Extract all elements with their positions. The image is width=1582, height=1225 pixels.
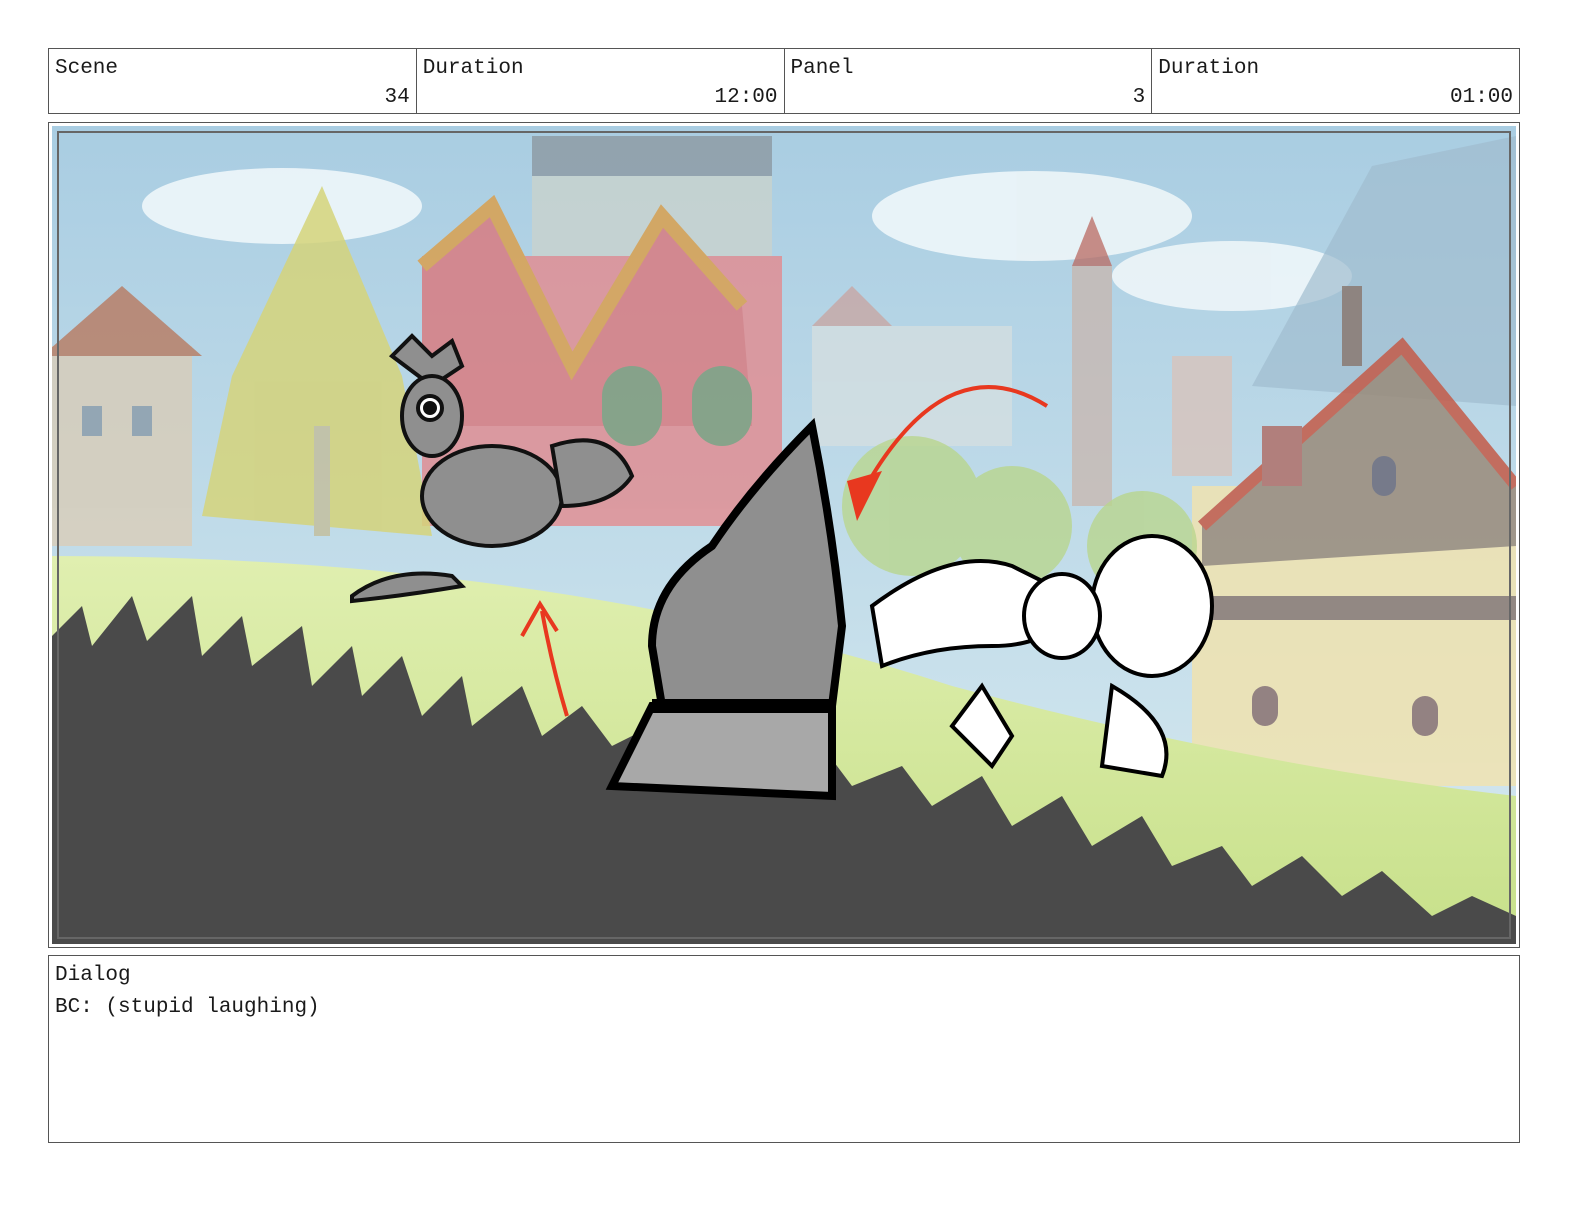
- storyboard-panel: [48, 122, 1520, 948]
- scene-cell: Scene 34: [49, 49, 417, 113]
- dialog-text: BC: (stupid laughing): [55, 996, 320, 1019]
- scene-duration-label: Duration: [422, 57, 524, 80]
- panel-cell: Panel 3: [785, 49, 1153, 113]
- panel-duration-value: 01:00: [1449, 86, 1513, 109]
- panel-header: Scene 34 Duration 12:00 Panel 3 Duration…: [48, 48, 1520, 114]
- scene-value: 34: [384, 86, 410, 109]
- panel-label: Panel: [790, 57, 854, 80]
- panel-duration-cell: Duration 01:00: [1152, 49, 1519, 113]
- dialog-box: Dialog BC: (stupid laughing): [48, 955, 1520, 1143]
- dialog-label: Dialog: [55, 964, 131, 987]
- scene-duration-cell: Duration 12:00: [417, 49, 785, 113]
- storyboard-drawing: [52, 126, 1516, 944]
- panel-duration-label: Duration: [1158, 57, 1260, 80]
- panel-value: 3: [1132, 86, 1146, 109]
- scene-duration-value: 12:00: [714, 86, 778, 109]
- scene-label: Scene: [55, 57, 119, 80]
